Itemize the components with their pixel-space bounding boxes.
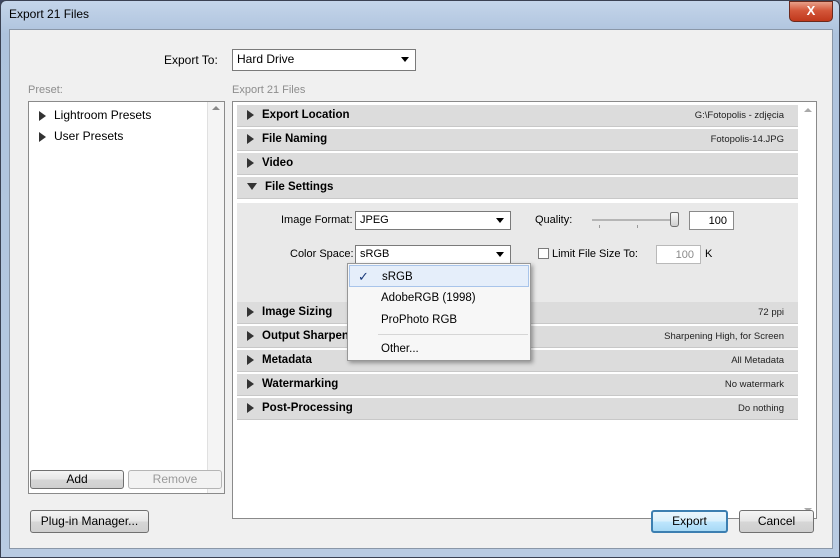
menu-separator <box>378 334 528 335</box>
scroll-up-icon[interactable] <box>212 106 220 110</box>
section-title: File Naming <box>262 133 328 145</box>
expand-triangle-icon <box>247 354 254 365</box>
scroll-up-icon[interactable] <box>804 108 812 112</box>
limit-file-size-label: Limit File Size To: <box>552 248 638 260</box>
section-summary: All Metadata <box>731 355 784 366</box>
expand-triangle-icon <box>247 306 254 317</box>
preset-folder-label: Lightroom Presets <box>54 108 152 122</box>
expand-triangle-icon <box>247 402 254 413</box>
expand-triangle-icon <box>247 157 254 168</box>
close-button[interactable]: X <box>789 1 833 22</box>
preset-folder-label: User Presets <box>54 129 124 143</box>
chevron-down-icon <box>496 218 504 223</box>
slider-tick <box>637 225 638 228</box>
export-button[interactable]: Export <box>651 510 728 533</box>
chevron-down-icon <box>401 57 409 62</box>
image-format-label: Image Format: <box>281 214 353 226</box>
main-header: Export 21 Files <box>232 84 306 96</box>
chevron-down-icon <box>496 252 504 257</box>
section-title: Post-Processing <box>262 402 353 414</box>
section-summary: 72 ppi <box>758 307 784 318</box>
image-format-value: JPEG <box>360 214 389 226</box>
quality-label: Quality: <box>535 214 573 226</box>
section-summary: No watermark <box>724 379 784 390</box>
expand-triangle-icon <box>247 133 254 144</box>
section-file-naming[interactable]: File Naming Fotopolis-14.JPG <box>237 129 798 151</box>
preset-list: Lightroom Presets User Presets <box>28 101 225 494</box>
cancel-button[interactable]: Cancel <box>739 510 814 533</box>
export-to-value: Hard Drive <box>237 52 295 66</box>
image-format-dropdown[interactable]: JPEG <box>355 211 511 230</box>
collapse-triangle-icon <box>247 183 257 191</box>
section-video[interactable]: Video <box>237 153 798 175</box>
section-title: Watermarking <box>262 378 339 390</box>
section-title: File Settings <box>265 181 334 193</box>
section-file-settings[interactable]: File Settings <box>237 177 798 199</box>
limit-file-size-input[interactable]: 100 <box>656 245 701 264</box>
section-summary: Fotopolis-14.JPG <box>710 134 784 145</box>
section-summary: Do nothing <box>738 403 784 414</box>
remove-preset-button[interactable]: Remove <box>128 470 222 489</box>
section-summary: G:\Fotopolis - zdjęcia <box>694 110 784 121</box>
expand-triangle-icon <box>39 110 46 121</box>
section-watermarking[interactable]: Watermarking No watermark <box>237 374 798 396</box>
expand-triangle-icon <box>39 131 46 142</box>
section-export-location[interactable]: Export Location G:\Fotopolis - zdjęcia <box>237 105 798 127</box>
expand-triangle-icon <box>247 330 254 341</box>
slider-tick <box>599 225 600 228</box>
option-label: ProPhoto RGB <box>381 314 458 326</box>
section-title: Image Sizing <box>262 306 333 318</box>
export-to-dropdown[interactable]: Hard Drive <box>232 49 416 71</box>
color-space-dropdown[interactable]: sRGB <box>355 245 511 264</box>
checkmark-icon: ✓ <box>358 269 369 284</box>
preset-scrollbar[interactable] <box>207 102 224 493</box>
section-title: Export Location <box>262 109 350 121</box>
color-space-value: sRGB <box>360 248 390 260</box>
section-summary: Sharpening High, for Screen <box>664 331 784 342</box>
plugin-manager-button[interactable]: Plug-in Manager... <box>30 510 149 533</box>
expand-triangle-icon <box>247 378 254 389</box>
color-space-option-srgb[interactable]: ✓ sRGB <box>349 265 529 287</box>
preset-folder-user[interactable]: User Presets <box>39 129 123 143</box>
quality-input[interactable]: 100 <box>689 211 734 230</box>
quality-slider-thumb[interactable] <box>670 212 679 227</box>
expand-triangle-icon <box>247 109 254 120</box>
preset-label: Preset: <box>28 84 63 96</box>
section-title: Metadata <box>262 354 312 366</box>
limit-file-size-checkbox[interactable] <box>538 248 549 259</box>
section-title: Video <box>262 157 294 169</box>
limit-unit-label: K <box>705 248 713 260</box>
settings-scrollbar[interactable] <box>800 102 816 518</box>
window-title: Export 21 Files <box>9 7 90 21</box>
option-label: AdobeRGB (1998) <box>381 292 476 304</box>
color-space-label: Color Space: <box>290 248 354 260</box>
option-label: Other... <box>381 343 419 355</box>
export-to-label: Export To: <box>164 53 218 67</box>
color-space-option-adobergb[interactable]: AdobeRGB (1998) <box>349 287 529 309</box>
title-bar: Export 21 Files X <box>1 1 839 27</box>
option-label: sRGB <box>382 271 413 283</box>
add-preset-button[interactable]: Add <box>30 470 124 489</box>
quality-slider-track[interactable] <box>592 219 674 221</box>
section-post-processing[interactable]: Post-Processing Do nothing <box>237 398 798 420</box>
color-space-option-prophoto[interactable]: ProPhoto RGB <box>349 309 529 331</box>
preset-folder-lightroom[interactable]: Lightroom Presets <box>39 108 151 122</box>
color-space-option-other[interactable]: Other... <box>349 338 529 360</box>
color-space-menu: ✓ sRGB AdobeRGB (1998) ProPhoto RGB Othe… <box>347 263 531 361</box>
